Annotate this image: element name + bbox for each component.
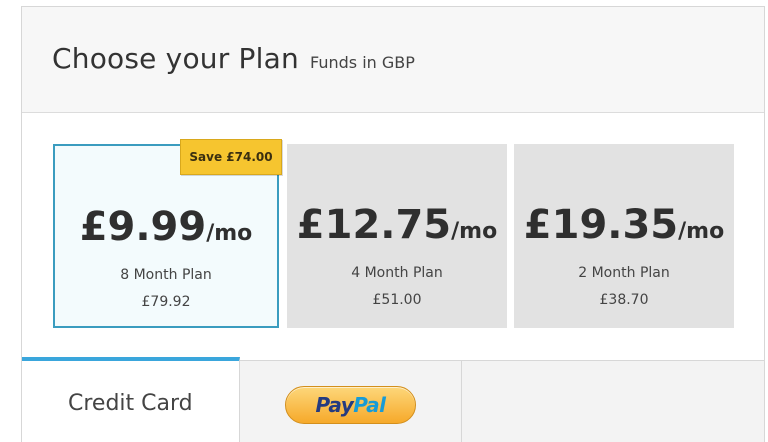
- plan-panel: Choose your Plan Funds in GBP £9.99/mo 8…: [21, 6, 765, 442]
- plan-total: £38.70: [599, 292, 649, 308]
- plan-header: Choose your Plan Funds in GBP: [22, 7, 764, 113]
- plan-card-2-month[interactable]: £19.35/mo 2 Month Plan £38.70: [514, 144, 734, 328]
- plan-name: 4 Month Plan: [351, 265, 443, 281]
- tab-empty: [462, 361, 764, 442]
- plan-price: £19.35/mo: [523, 202, 725, 248]
- plan-name: 8 Month Plan: [120, 267, 212, 283]
- currency-note: Funds in GBP: [310, 53, 415, 72]
- tab-paypal[interactable]: Pay Pal: [240, 361, 462, 442]
- plan-total: £51.00: [372, 292, 422, 308]
- plan-total: £79.92: [141, 294, 191, 310]
- plan-price: £12.75/mo: [296, 202, 498, 248]
- page-title: Choose your Plan: [52, 42, 299, 75]
- plan-price: £9.99/mo: [79, 204, 253, 250]
- tab-credit-card[interactable]: Credit Card: [22, 357, 240, 442]
- plan-name: 2 Month Plan: [578, 265, 670, 281]
- tab-credit-card-label: Credit Card: [68, 391, 193, 416]
- plan-card-4-month[interactable]: £12.75/mo 4 Month Plan £51.00: [287, 144, 507, 328]
- paypal-logo[interactable]: Pay Pal: [285, 386, 416, 424]
- payment-method-tabs: Credit Card Pay Pal: [22, 357, 764, 442]
- savings-badge: Save £74.00: [180, 139, 282, 175]
